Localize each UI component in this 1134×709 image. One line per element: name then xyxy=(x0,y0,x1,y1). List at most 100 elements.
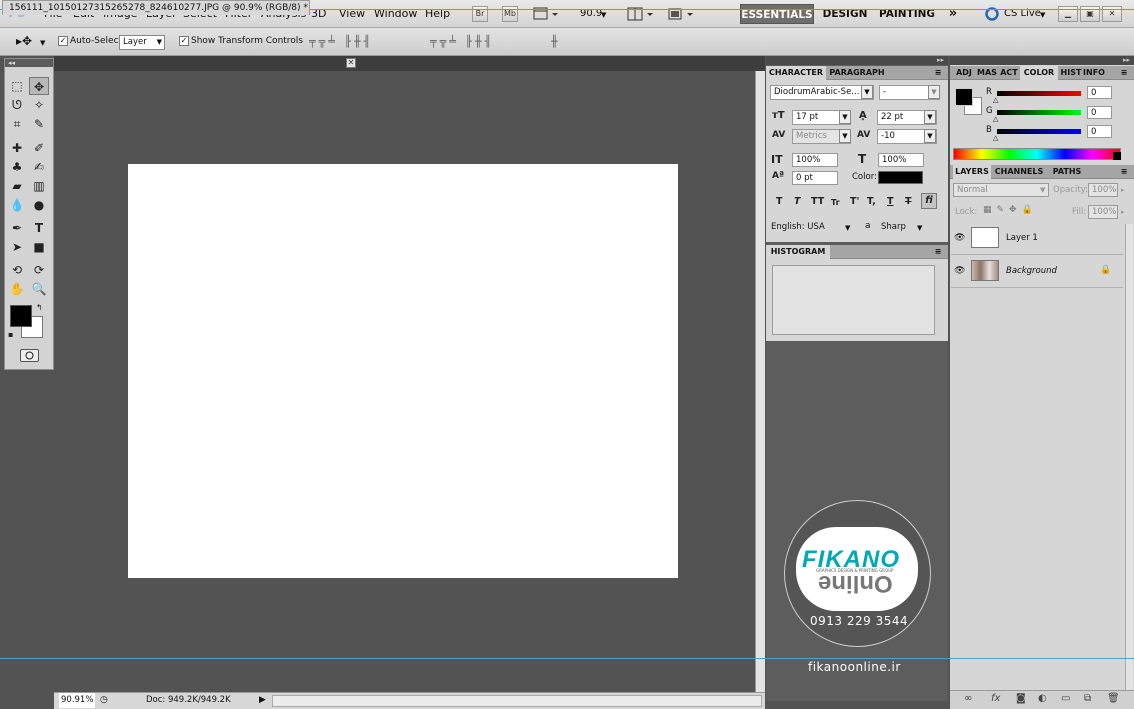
status-menu-icon[interactable]: ◷ xyxy=(100,693,108,708)
eye-icon[interactable]: 👁 xyxy=(954,266,967,277)
faux-italic-button[interactable]: T xyxy=(794,196,800,207)
move-tool-preset-icon[interactable]: ▸✥ xyxy=(16,34,32,48)
tab-paragraph[interactable]: PARAGRAPH xyxy=(827,66,887,80)
fill-field[interactable]: 100% xyxy=(1088,205,1118,219)
document-canvas[interactable] xyxy=(128,164,678,578)
chevron-down-icon[interactable]: ▼ xyxy=(845,224,850,232)
fx-icon[interactable]: fx xyxy=(991,693,1000,704)
channel-b-slider[interactable] xyxy=(997,129,1081,134)
chevron-down-icon[interactable]: ▼ xyxy=(40,39,45,47)
healing-brush-tool-icon[interactable]: ✚ xyxy=(7,139,27,157)
black-swatch[interactable] xyxy=(1113,152,1121,160)
document-tab[interactable]: 156111_10150127315265278_824610277.JPG @… xyxy=(2,0,310,15)
blur-tool-icon[interactable]: 💧 xyxy=(7,196,27,214)
link-icon[interactable]: ∞ xyxy=(964,693,972,704)
tab-histogram[interactable]: HISTOGRAM xyxy=(766,245,830,259)
underline-button[interactable]: T xyxy=(887,196,893,207)
opacity-field[interactable]: 100% xyxy=(1088,183,1118,197)
chevron-down-icon[interactable]: ▼ xyxy=(924,110,936,124)
hand-tool-icon[interactable]: ✋ xyxy=(7,280,27,298)
channel-b-value[interactable]: 0 xyxy=(1087,125,1112,138)
foreground-color-swatch[interactable] xyxy=(955,88,973,106)
vertical-scrollbar[interactable] xyxy=(755,71,765,692)
panel-menu-icon[interactable]: ≡ xyxy=(930,66,946,80)
panel-collapse-icon[interactable]: ▸▸ xyxy=(766,56,948,65)
status-arrow-icon[interactable]: ▶ xyxy=(259,693,266,708)
slider-thumb-icon[interactable]: △ xyxy=(993,115,998,123)
language-dropdown[interactable]: English: USA xyxy=(768,221,854,235)
chevron-down-icon[interactable]: ▼ xyxy=(839,129,851,143)
slider-thumb-icon[interactable]: △ xyxy=(993,96,998,104)
auto-select-checkbox[interactable]: ✓ xyxy=(58,36,68,46)
chevron-right-icon[interactable]: ▸ xyxy=(1121,208,1125,216)
swap-colors-icon[interactable]: ↰ xyxy=(36,303,43,312)
chevron-right-icon[interactable]: ▸ xyxy=(1121,186,1125,194)
mask-icon[interactable]: ◙ xyxy=(1016,693,1026,704)
horizontal-scale-field[interactable]: 100% xyxy=(878,153,924,167)
align-buttons-icon[interactable]: ╤╦╧ ╟╫╢ xyxy=(309,35,373,49)
shape-tool-icon[interactable]: ■ xyxy=(29,238,49,256)
chevron-down-icon[interactable]: ▼ xyxy=(1040,186,1045,194)
chevron-down-icon[interactable]: ▼ xyxy=(839,110,851,124)
horizontal-scrollbar[interactable] xyxy=(272,695,762,707)
chevron-down-icon[interactable]: ▼ xyxy=(928,85,940,99)
panel-menu-icon[interactable]: ≡ xyxy=(930,245,946,259)
tab-color[interactable]: COLOR xyxy=(1020,66,1058,80)
eye-icon[interactable]: 👁 xyxy=(954,233,967,244)
show-transform-checkbox[interactable]: ✓ xyxy=(179,36,189,46)
move-tool-icon[interactable]: ✥ xyxy=(29,77,49,95)
3d-rotate-tool-icon[interactable]: ⟲ xyxy=(7,261,27,279)
channel-r-value[interactable]: 0 xyxy=(1087,86,1112,99)
tab-masks[interactable]: MAS xyxy=(976,66,998,80)
adjustment-icon[interactable]: ◐ xyxy=(1038,693,1047,704)
type-tool-icon[interactable]: T xyxy=(29,219,49,237)
quick-mask-icon[interactable] xyxy=(20,349,39,362)
default-colors-icon[interactable]: ▪ xyxy=(8,330,13,339)
layer-row[interactable]: 👁 Background 🔒 xyxy=(951,257,1123,288)
chevron-down-icon[interactable]: ▼ xyxy=(924,129,936,143)
layer-row[interactable]: 👁 Layer 1 xyxy=(951,224,1123,255)
gradient-tool-icon[interactable]: ▥ xyxy=(29,177,49,195)
lock-options-icon[interactable]: ▦✎✥🔒 xyxy=(983,205,1038,215)
ligatures-button[interactable]: fi xyxy=(921,193,937,209)
group-icon[interactable]: ▭ xyxy=(1061,693,1070,704)
layer-name[interactable]: Background xyxy=(1006,266,1057,276)
color-spectrum-ramp[interactable] xyxy=(953,148,1121,160)
chevron-down-icon[interactable]: ▼ xyxy=(1040,11,1045,19)
canvas-workspace[interactable] xyxy=(54,71,755,692)
close-document-icon[interactable]: ✕ xyxy=(346,58,356,68)
zoom-percentage-field[interactable]: 90.91% xyxy=(59,693,95,708)
auto-align-icon[interactable]: ╫ xyxy=(551,35,561,49)
blend-mode-dropdown[interactable]: Normal xyxy=(953,183,1049,197)
channel-g-slider[interactable] xyxy=(997,110,1081,115)
dodge-tool-icon[interactable]: ● xyxy=(29,196,49,214)
vertical-scale-field[interactable]: 100% xyxy=(792,153,838,167)
path-selection-tool-icon[interactable]: ➤ xyxy=(7,238,27,256)
auto-select-dropdown[interactable]: Layer ▼ xyxy=(119,35,165,50)
3d-orbit-tool-icon[interactable]: ⟳ xyxy=(29,261,49,279)
strikethrough-button[interactable]: T xyxy=(905,196,911,207)
channel-g-value[interactable]: 0 xyxy=(1087,106,1112,119)
tab-history[interactable]: HIST xyxy=(1060,66,1082,80)
zoom-tool-icon[interactable]: 🔍 xyxy=(29,280,49,298)
panel-collapse-icon[interactable]: ▸▸ xyxy=(950,56,1134,65)
baseline-shift-field[interactable]: 0 pt xyxy=(792,171,838,185)
panel-menu-icon[interactable]: ≡ xyxy=(1116,165,1132,179)
superscript-button[interactable]: T' xyxy=(850,196,859,207)
crop-tool-icon[interactable]: ⌗ xyxy=(7,115,27,133)
layers-scrollbar[interactable] xyxy=(1125,224,1133,690)
tab-character[interactable]: CHARACTER xyxy=(766,66,826,80)
distribute-buttons-icon[interactable]: ╤╦╧ ╟╫╢ xyxy=(430,35,494,49)
channel-r-slider[interactable] xyxy=(997,91,1081,96)
quick-selection-tool-icon[interactable]: ✧ xyxy=(29,96,49,114)
tab-adjustments[interactable]: ADJ xyxy=(953,66,975,80)
tools-panel-header[interactable]: ◂◂ xyxy=(5,59,53,67)
workspace-painting[interactable]: PAINTING xyxy=(878,4,936,24)
chevron-down-icon[interactable]: ▼ xyxy=(917,224,922,232)
workspace-essentials[interactable]: ESSENTIALS xyxy=(740,4,814,24)
eyedropper-tool-icon[interactable]: ✎ xyxy=(29,115,49,133)
clone-stamp-tool-icon[interactable]: ♣ xyxy=(7,158,27,176)
small-caps-button[interactable]: Tr xyxy=(831,198,840,207)
eraser-tool-icon[interactable]: ▰ xyxy=(7,177,27,195)
tab-actions[interactable]: ACT xyxy=(998,66,1020,80)
